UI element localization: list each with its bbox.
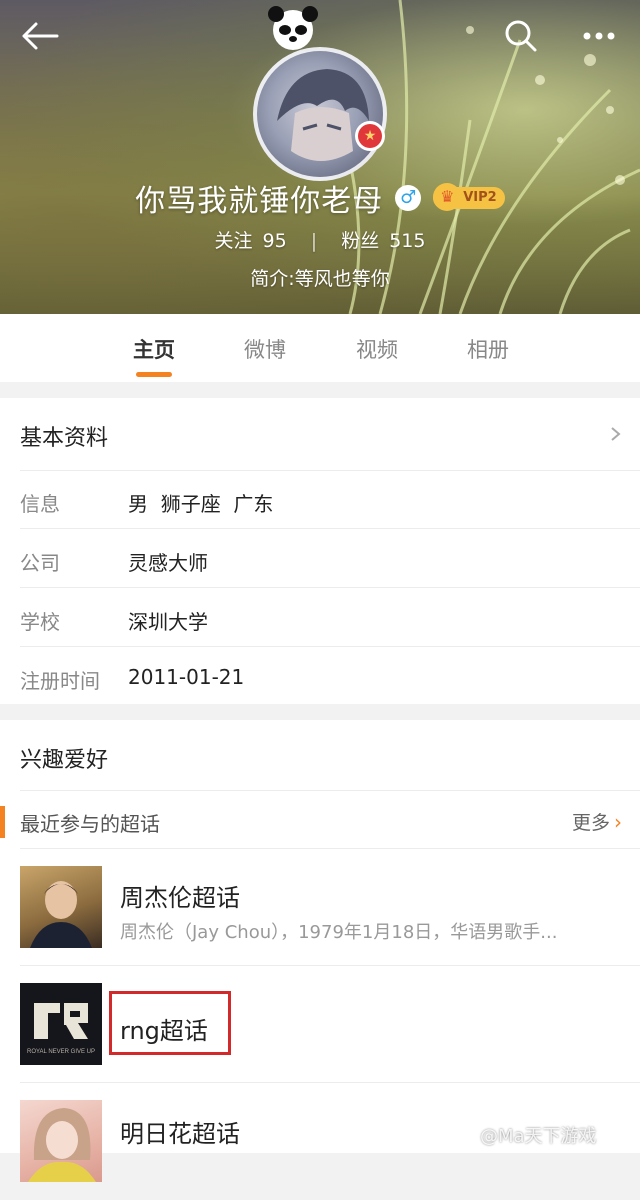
interests-card: 兴趣爱好 最近参与的超话 更多 › 周杰伦超话 周杰伦（Jay Chou），19… — [0, 720, 640, 1182]
rng-logo-text: ROYAL NEVER GIVE UP — [27, 1049, 95, 1055]
divider — [20, 790, 640, 791]
following-link[interactable]: 关注 95 — [215, 230, 287, 252]
divider — [20, 848, 640, 849]
info-value-info: 男 狮子座 广东 — [128, 492, 274, 516]
rng-logo-icon: ROYAL NEVER GIVE UP — [20, 983, 102, 1065]
profile-bio: 简介:等风也等你 — [250, 268, 390, 290]
more-link[interactable]: 更多 › — [572, 808, 622, 835]
chevron-right-icon — [611, 427, 621, 441]
avatar-image — [253, 47, 387, 181]
profile-header: ★ 你骂我就锤你老母 ♂ ♛ VIP2 关注 95 | 粉丝 515 简介:等风也等… — [0, 0, 640, 314]
panda-pendant-icon — [268, 6, 318, 50]
stats-separator: | — [310, 230, 318, 252]
tab-album[interactable]: 相册 — [448, 334, 528, 364]
username: 你骂我就锤你老母 — [135, 184, 384, 219]
divider — [20, 587, 640, 588]
info-value-company: 灵感大师 — [128, 551, 208, 575]
tab-weibo[interactable]: 微博 — [225, 334, 305, 364]
verified-badge: ★ — [355, 121, 385, 151]
info-label-school: 学校 — [20, 610, 60, 634]
basic-info-title: 基本资料 — [20, 426, 109, 451]
interests-title: 兴趣爱好 — [20, 748, 109, 773]
tab-home[interactable]: 主页 — [114, 334, 194, 364]
following-count: 95 — [262, 230, 287, 252]
avatar[interactable] — [253, 47, 387, 181]
followers-count: 515 — [389, 230, 426, 252]
back-button[interactable] — [16, 14, 64, 58]
info-label-info: 信息 — [20, 492, 60, 516]
star-icon: ★ — [358, 124, 382, 148]
followers-label: 粉丝 — [341, 230, 380, 252]
recent-supertopics-title: 最近参与的超话 — [20, 812, 160, 836]
divider — [20, 1082, 640, 1083]
divider — [20, 470, 640, 471]
profile-tabs: 主页 微博 视频 相册 — [0, 314, 640, 382]
active-tab-indicator — [136, 372, 172, 377]
supertopic-item-rng[interactable]: ROYAL NEVER GIVE UP rng超话 — [0, 967, 640, 1083]
info-value-school: 深圳大学 — [128, 610, 208, 634]
search-icon — [505, 20, 537, 52]
divider — [20, 646, 640, 647]
following-label: 关注 — [214, 230, 253, 252]
topic-description: 周杰伦（Jay Chou），1979年1月18日，华语男歌手... — [120, 922, 558, 943]
supertopic-item-jay-chou[interactable]: 周杰伦超话 周杰伦（Jay Chou），1979年1月18日，华语男歌手... — [0, 850, 640, 966]
male-gender-icon: ♂ — [395, 185, 422, 211]
tab-video[interactable]: 视频 — [337, 334, 417, 364]
info-label-registered: 注册时间 — [20, 669, 100, 693]
topic-title: 周杰伦超话 — [120, 884, 240, 912]
asuka-thumbnail — [20, 1100, 102, 1182]
portrait-image — [30, 881, 92, 948]
watermark: @Ma天下游戏 — [454, 1122, 597, 1148]
follow-stats: 关注 95 | 粉丝 515 — [0, 226, 640, 253]
topic-title: 明日花超话 — [120, 1120, 240, 1148]
name-row: 你骂我就锤你老母 ♂ ♛ VIP2 — [0, 176, 640, 220]
divider — [20, 965, 640, 966]
divider — [20, 528, 640, 529]
followers-link[interactable]: 粉丝 515 — [341, 230, 425, 252]
more-label: 更多 — [571, 812, 610, 834]
vip-label: VIP2 — [463, 190, 497, 205]
rng-logo-thumbnail: ROYAL NEVER GIVE UP — [20, 983, 102, 1065]
crown-icon: ♛ — [433, 183, 462, 211]
info-value-registered: 2011-01-21 — [128, 665, 245, 689]
highlight-box — [109, 991, 231, 1055]
watermark-text: @Ma天下游戏 — [480, 1126, 597, 1147]
portrait-image — [28, 1108, 96, 1182]
more-options-button[interactable] — [572, 14, 626, 58]
weibo-logo-icon — [454, 1127, 475, 1144]
info-label-company: 公司 — [20, 551, 60, 575]
section-accent-bar — [0, 806, 5, 838]
arrow-left-icon — [22, 22, 59, 50]
anime-avatar-illustration — [277, 69, 369, 161]
search-button[interactable] — [498, 14, 544, 58]
jay-chou-thumbnail — [20, 866, 102, 948]
ellipsis-icon — [583, 32, 615, 40]
vip-badge[interactable]: ♛ VIP2 — [433, 183, 505, 211]
basic-info-card: 基本资料 信息 男 狮子座 广东 公司 灵感大师 学校 深圳大学 注册时间 20… — [0, 398, 640, 704]
chevron-right-icon: › — [614, 809, 622, 834]
basic-info-header[interactable]: 基本资料 — [0, 398, 640, 470]
